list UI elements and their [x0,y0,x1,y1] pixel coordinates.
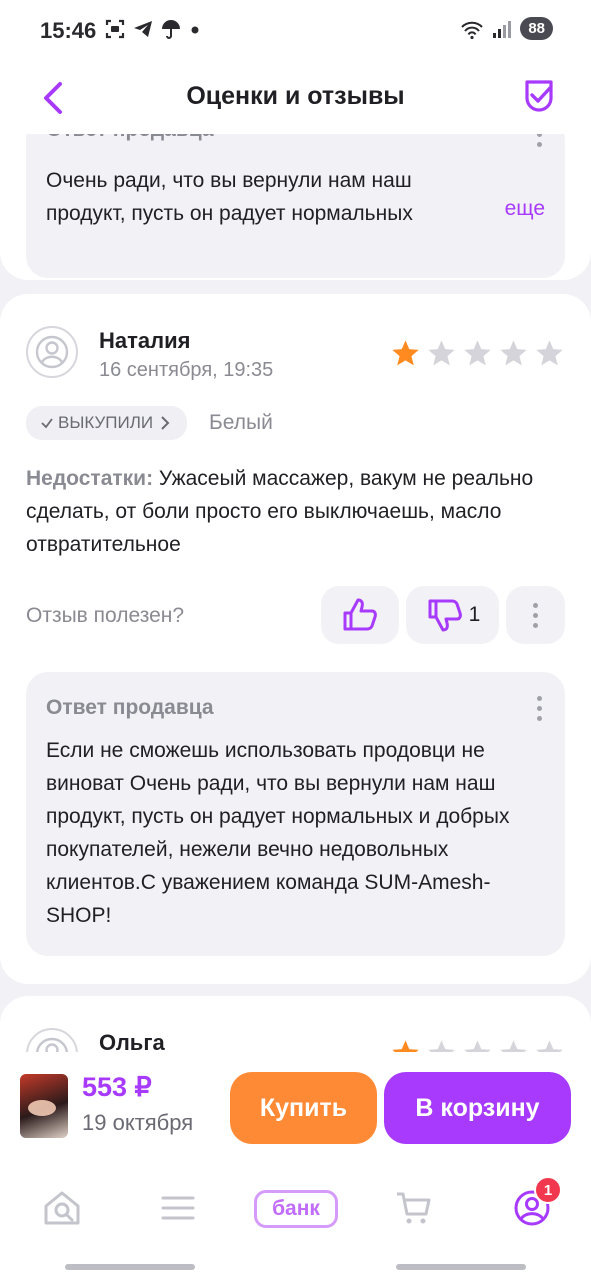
status-bar: 15:46 88 [0,0,591,62]
seller-reply: Ответ продавца Очень ради, что вы вернул… [26,134,565,278]
menu-icon [161,1196,195,1220]
battery-indicator: 88 [520,17,553,40]
cons-label: Недостатки: [26,467,154,490]
purchased-badge-label: ВЫКУПИЛИ [58,413,154,432]
screenshot-icon [105,19,125,39]
seller-reply-text: Если не сможешь использовать продовци не… [46,739,510,927]
check-icon [41,418,53,429]
shield-check-icon[interactable] [519,76,559,116]
product-variant: Белый [209,411,273,434]
star-empty-icon [464,340,491,366]
avatar [26,326,78,378]
status-notification-icons [104,18,202,40]
avatar [26,1028,78,1052]
seller-reply-text: Очень ради, что вы вернули нам наш проду… [46,169,413,225]
more-options-icon[interactable] [535,696,543,721]
star-filled-icon [392,340,419,366]
rating-stars [390,338,565,369]
review-date: 16 сентября, 19:35 [99,359,274,381]
user-icon [35,335,69,369]
add-to-cart-button[interactable]: В корзину [384,1072,571,1144]
star-empty-icon [500,340,527,366]
tab-catalog[interactable] [156,1186,200,1230]
home-search-icon [44,1191,80,1225]
nav-gesture-bar [396,1264,526,1270]
star-filled-icon [392,1040,419,1052]
wifi-icon [461,21,484,39]
review-card: Ольга [0,996,591,1052]
star-empty-icon [464,1040,491,1052]
helpful-question: Отзыв полезен? [26,604,185,627]
thumbs-down-icon [428,599,462,632]
seller-reply: Ответ продавца Если не сможешь использов… [26,672,565,956]
telegram-icon [134,21,152,37]
like-button[interactable] [321,586,399,644]
tab-home[interactable] [40,1186,84,1230]
review-author: Ольга [99,1030,165,1052]
page-title: Оценки и отзывы [186,82,405,110]
purchased-badge[interactable]: ВЫКУПИЛИ [26,406,188,440]
profile-notification-badge: 1 [534,1176,562,1204]
tab-bank[interactable]: банк [254,1190,338,1228]
buy-now-button[interactable]: Купить [230,1072,377,1144]
tab-cart[interactable] [392,1186,436,1230]
thumbs-up-icon [343,598,377,631]
rating-stars [390,1038,565,1052]
dislike-count: 1 [468,603,481,626]
seller-reply-label: Ответ продавца [46,134,214,142]
dislike-button[interactable]: 1 [406,586,499,644]
umbrella-icon [162,20,180,39]
bottom-tab-bar: банк 1 [0,1164,591,1280]
user-icon [35,1037,69,1052]
cart-icon [397,1192,431,1224]
more-options-icon [532,602,540,628]
review-more-button[interactable] [506,586,565,644]
signal-icon [493,20,512,38]
status-system-icons: 88 [460,17,553,40]
more-options-icon[interactable] [535,134,543,147]
seller-reply-label: Ответ продавца [46,696,214,719]
dot-icon [191,26,199,34]
top-app-bar: Оценки и отзывы [0,62,591,134]
delivery-date: 19 октября [82,1110,194,1135]
star-empty-icon [536,1040,563,1052]
reviews-list[interactable]: Ответ продавца Очень ради, что вы вернул… [0,134,591,1052]
read-more-link[interactable]: еще [505,197,545,221]
status-time: 15:46 [40,18,97,43]
product-price: 553 ₽ [82,1072,152,1102]
buy-bar: 553 ₽ 19 октября Купить В корзину [0,1052,591,1164]
review-author: Наталия [99,328,191,353]
star-empty-icon [536,340,563,366]
review-card: Наталия 16 сентября, 19:35 ВЫКУПИЛИ Белы… [0,294,591,984]
product-thumbnail[interactable] [20,1074,68,1138]
star-empty-icon [500,1040,527,1052]
star-empty-icon [428,340,455,366]
review-card: Ответ продавца Очень ради, что вы вернул… [0,134,591,280]
review-cons: Недостатки: Ужасеый массажер, вакум не р… [26,462,541,561]
chevron-right-icon [161,416,170,430]
star-empty-icon [428,1040,455,1052]
nav-gesture-bar [65,1264,195,1270]
